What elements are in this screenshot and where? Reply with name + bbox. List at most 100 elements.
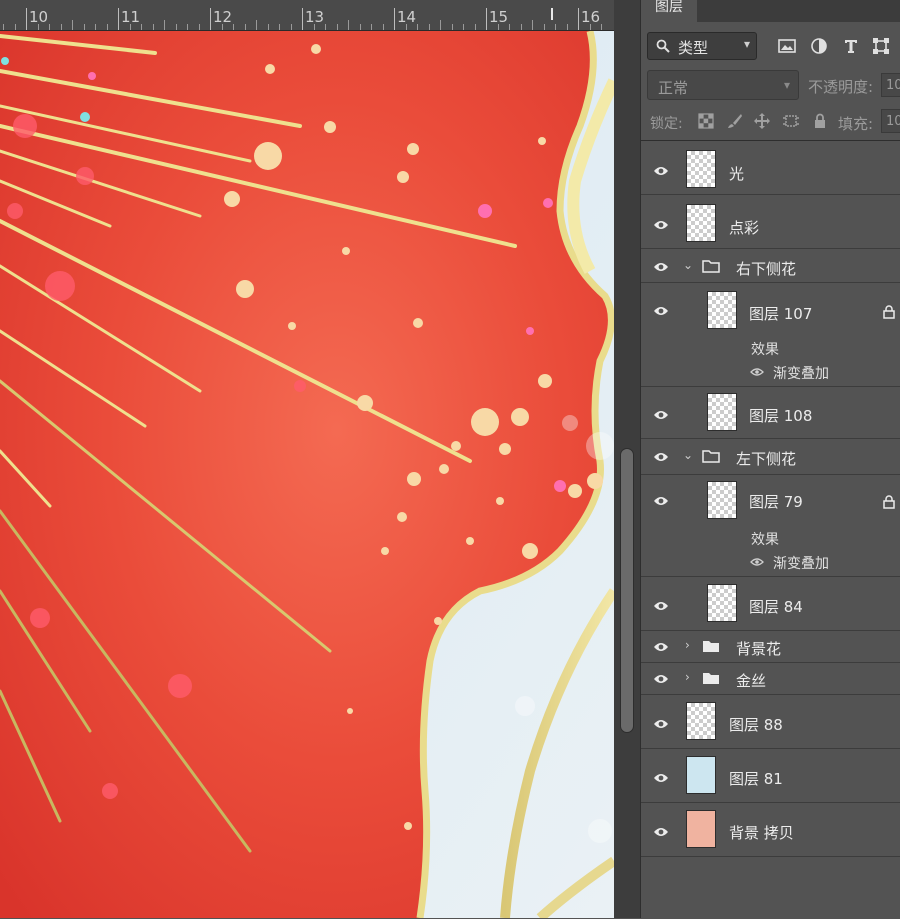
ruler-minor-tick [83,24,85,30]
eye-icon[interactable] [653,261,669,273]
scrollbar-thumb[interactable] [620,448,634,733]
layer-group-left-flower[interactable]: ⌄ 左下侧花 [641,439,900,475]
layer-thumbnail [686,702,716,740]
ruler-minor-tick [72,20,73,30]
eye-icon[interactable] [653,219,669,231]
layer-row-81[interactable]: 图层 81 [641,749,900,803]
ruler-minor-tick [279,24,280,30]
fill-input[interactable]: 10 [881,109,900,133]
lock-transparent-pixels-icon[interactable] [698,113,714,129]
filter-select-label: 类型 [678,39,709,57]
layer-row-108[interactable]: 图层 108 [641,387,900,439]
layer-name: 图层 107 [749,305,813,323]
ruler-minor-tick [3,24,4,30]
type-filter-icon[interactable] [841,36,861,56]
effects-label: 效果 [751,342,779,358]
ruler-minor-tick [152,24,154,30]
blend-mode-select[interactable]: 正常 ▾ [647,70,799,100]
ruler-minor-tick [175,24,177,30]
ruler-minor-tick [198,24,200,30]
eye-icon[interactable] [653,772,669,784]
layer-row-107[interactable]: 图层 107 效果 渐变叠加 [641,283,900,387]
layer-thumbnail [707,393,737,431]
eye-icon[interactable] [653,600,669,612]
opacity-input[interactable]: 10 [881,73,900,97]
lock-all-icon[interactable] [812,113,828,129]
image-filter-icon[interactable] [777,36,797,56]
ruler-label: 10 [29,8,49,26]
layer-filter-select[interactable]: 类型 ▾ [647,32,757,60]
group-name: 右下侧花 [736,260,797,278]
ruler-minor-tick [336,24,338,30]
eye-icon[interactable] [653,826,669,838]
shape-filter-icon[interactable] [871,36,891,56]
prevent-auto-nesting-icon[interactable] [783,113,799,129]
eye-icon[interactable] [653,409,669,421]
layer-name: 图层 88 [729,716,783,734]
ruler-label: 12 [213,8,233,26]
layer-thumbnail [707,481,737,519]
eye-icon[interactable] [653,495,669,507]
chevron-down-icon[interactable]: ⌄ [683,258,693,272]
effect-gradient-overlay[interactable]: 渐变叠加 [773,553,829,573]
layer-group-bg-flower[interactable]: › 背景花 [641,631,900,663]
chevron-down-icon: ▾ [783,78,790,92]
layer-row-84[interactable]: 图层 84 [641,577,900,631]
ruler-minor-tick [244,24,246,30]
layer-thumbnail [686,150,716,188]
search-icon [656,39,670,53]
ruler-minor-tick [187,24,188,30]
canvas-vertical-scrollbar[interactable] [614,0,640,918]
ruler-tick [394,8,395,30]
ruler-minor-tick [129,24,131,30]
ruler-minor-tick [555,24,556,30]
adjustment-filter-icon[interactable] [809,36,829,56]
ruler-minor-tick [313,24,315,30]
layer-row-79[interactable]: 图层 79 效果 渐变叠加 [641,475,900,577]
ruler-tick [118,8,119,30]
eye-icon[interactable] [653,673,669,685]
ruler-minor-tick [405,24,407,30]
ruler-minor-tick [359,24,361,30]
layer-name: 图层 84 [749,598,803,616]
lock-position-icon[interactable] [754,113,770,129]
effect-gradient-overlay[interactable]: 渐变叠加 [773,363,829,383]
chevron-right-icon[interactable]: › [685,670,690,684]
chevron-down-icon[interactable]: ⌄ [683,448,693,462]
tab-layers[interactable]: 图层 [641,0,697,22]
lock-icon [883,305,895,319]
effect-eye-icon[interactable] [750,557,764,567]
ruler-minor-tick [290,24,292,30]
ruler-minor-tick [601,24,602,30]
eye-icon[interactable] [653,641,669,653]
eye-icon[interactable] [653,451,669,463]
eye-icon[interactable] [653,305,669,317]
ruler-minor-tick [348,20,349,30]
ruler-minor-tick [37,24,39,30]
ruler-minor-tick [382,24,384,30]
ruler-minor-tick [532,20,533,30]
layer-group-right-flower[interactable]: ⌄ 右下侧花 [641,249,900,283]
ruler-minor-tick [520,24,522,30]
layer-thumbnail [707,584,737,622]
ruler-minor-tick [106,24,108,30]
ruler-minor-tick [141,24,142,30]
layer-row-guang[interactable]: 光 [641,141,900,195]
eye-icon[interactable] [653,165,669,177]
layer-row-dian-cai[interactable]: 点彩 [641,195,900,249]
layer-thumbnail [686,810,716,848]
layer-row-bg-copy[interactable]: 背景 拷贝 [641,803,900,857]
chevron-right-icon[interactable]: › [685,638,690,652]
blend-mode-value: 正常 [658,79,689,97]
layer-row-88[interactable]: 图层 88 [641,695,900,749]
ruler-tick [210,8,211,30]
effect-eye-icon[interactable] [750,367,764,377]
opacity-label: 不透明度: [808,78,874,96]
document-canvas[interactable] [0,31,614,918]
layer-group-gold-thread[interactable]: › 金丝 [641,663,900,695]
eye-icon[interactable] [653,718,669,730]
ruler-tick [578,8,579,30]
lock-image-pixels-icon[interactable] [727,113,743,129]
layer-thumbnail [707,291,737,329]
ruler-minor-tick [474,24,476,30]
